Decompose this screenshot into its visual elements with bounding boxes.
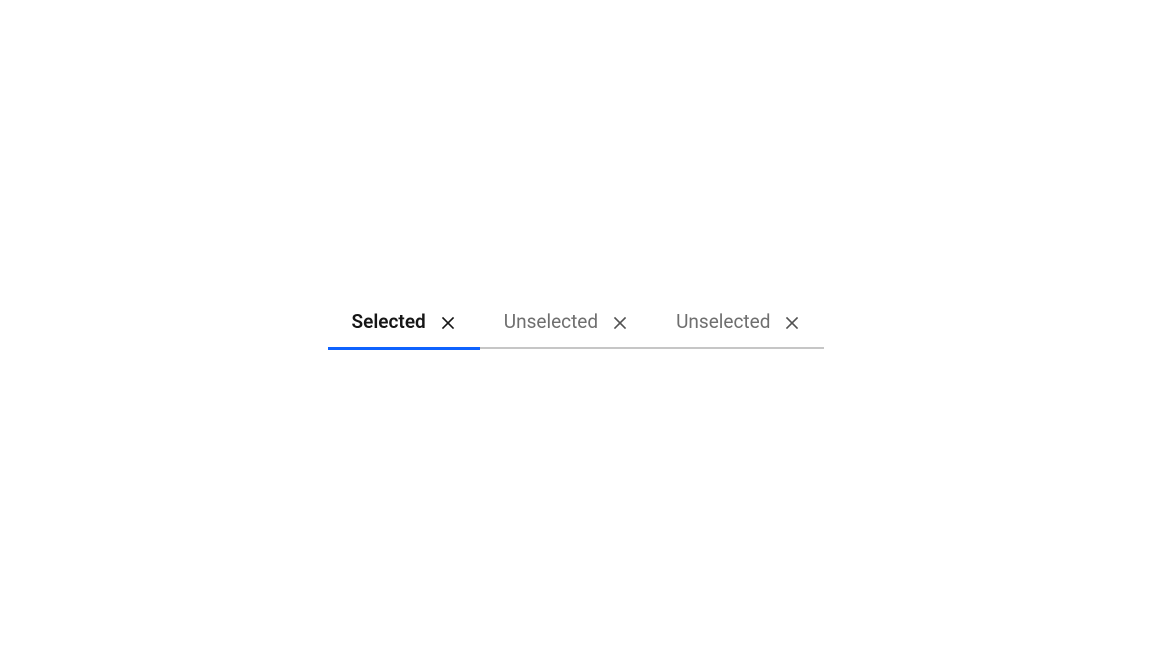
tab-selected[interactable]: Selected	[328, 298, 480, 350]
tab-unselected-2[interactable]: Unselected	[652, 298, 824, 349]
tabs-container: Selected Unselected Unselected	[328, 298, 825, 350]
close-icon[interactable]	[440, 315, 456, 331]
close-icon[interactable]	[784, 315, 800, 331]
tab-label: Selected	[352, 310, 426, 335]
tab-label: Unselected	[504, 310, 598, 335]
close-icon[interactable]	[612, 315, 628, 331]
tab-unselected-1[interactable]: Unselected	[480, 298, 652, 349]
tab-label: Unselected	[676, 310, 770, 335]
